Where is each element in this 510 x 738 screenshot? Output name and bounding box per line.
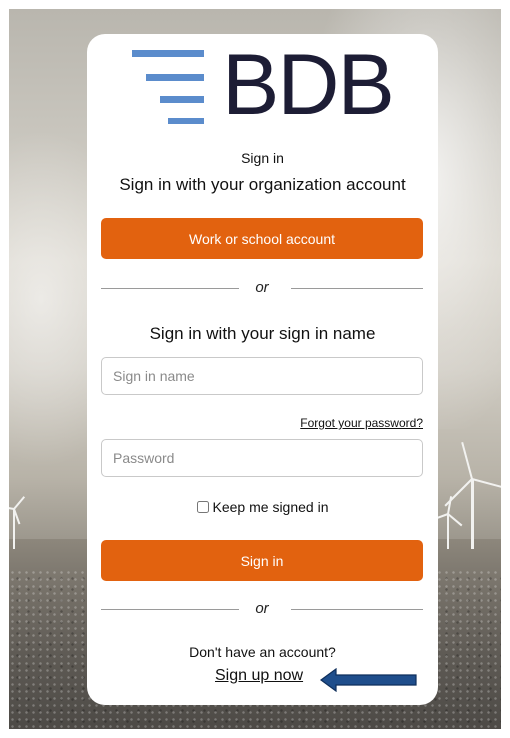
divider-text: or [255,279,269,296]
keep-signed-in-label: Keep me signed in [212,499,329,515]
or-divider-bottom: or [101,599,423,619]
or-divider: or [101,278,423,298]
keep-signed-in-checkbox[interactable] [196,501,209,513]
logo-bar-bottom [168,118,204,124]
password-input[interactable] [101,439,423,477]
forgot-password-link[interactable]: Forgot your password? [300,416,423,430]
org-account-prompt: Sign in with your organization account [119,175,406,194]
divider-text: or [255,600,269,617]
sign-in-heading: Sign in [241,150,284,166]
left-arrow-icon [320,668,417,692]
local-sign-in-title: Sign in with your sign in name [149,324,376,343]
work-or-school-account-button[interactable]: Work or school account [101,218,423,259]
logo-bar-middle [146,74,204,81]
sign-up-now-link[interactable]: Sign up now [215,667,303,685]
logo-bar-top [132,50,204,57]
keep-signed-in-option[interactable]: Keep me signed in [87,499,438,515]
sign-in-name-input[interactable] [101,357,423,395]
company-logo: BDB [132,42,397,128]
logo-bar-lower [160,96,204,103]
sign-in-button[interactable]: Sign in [101,540,423,581]
logo-text: BDB [222,37,395,133]
sign-in-card: BDB Sign in Sign in with your organizati… [87,34,438,705]
no-account-prompt: Don't have an account? [189,644,336,660]
